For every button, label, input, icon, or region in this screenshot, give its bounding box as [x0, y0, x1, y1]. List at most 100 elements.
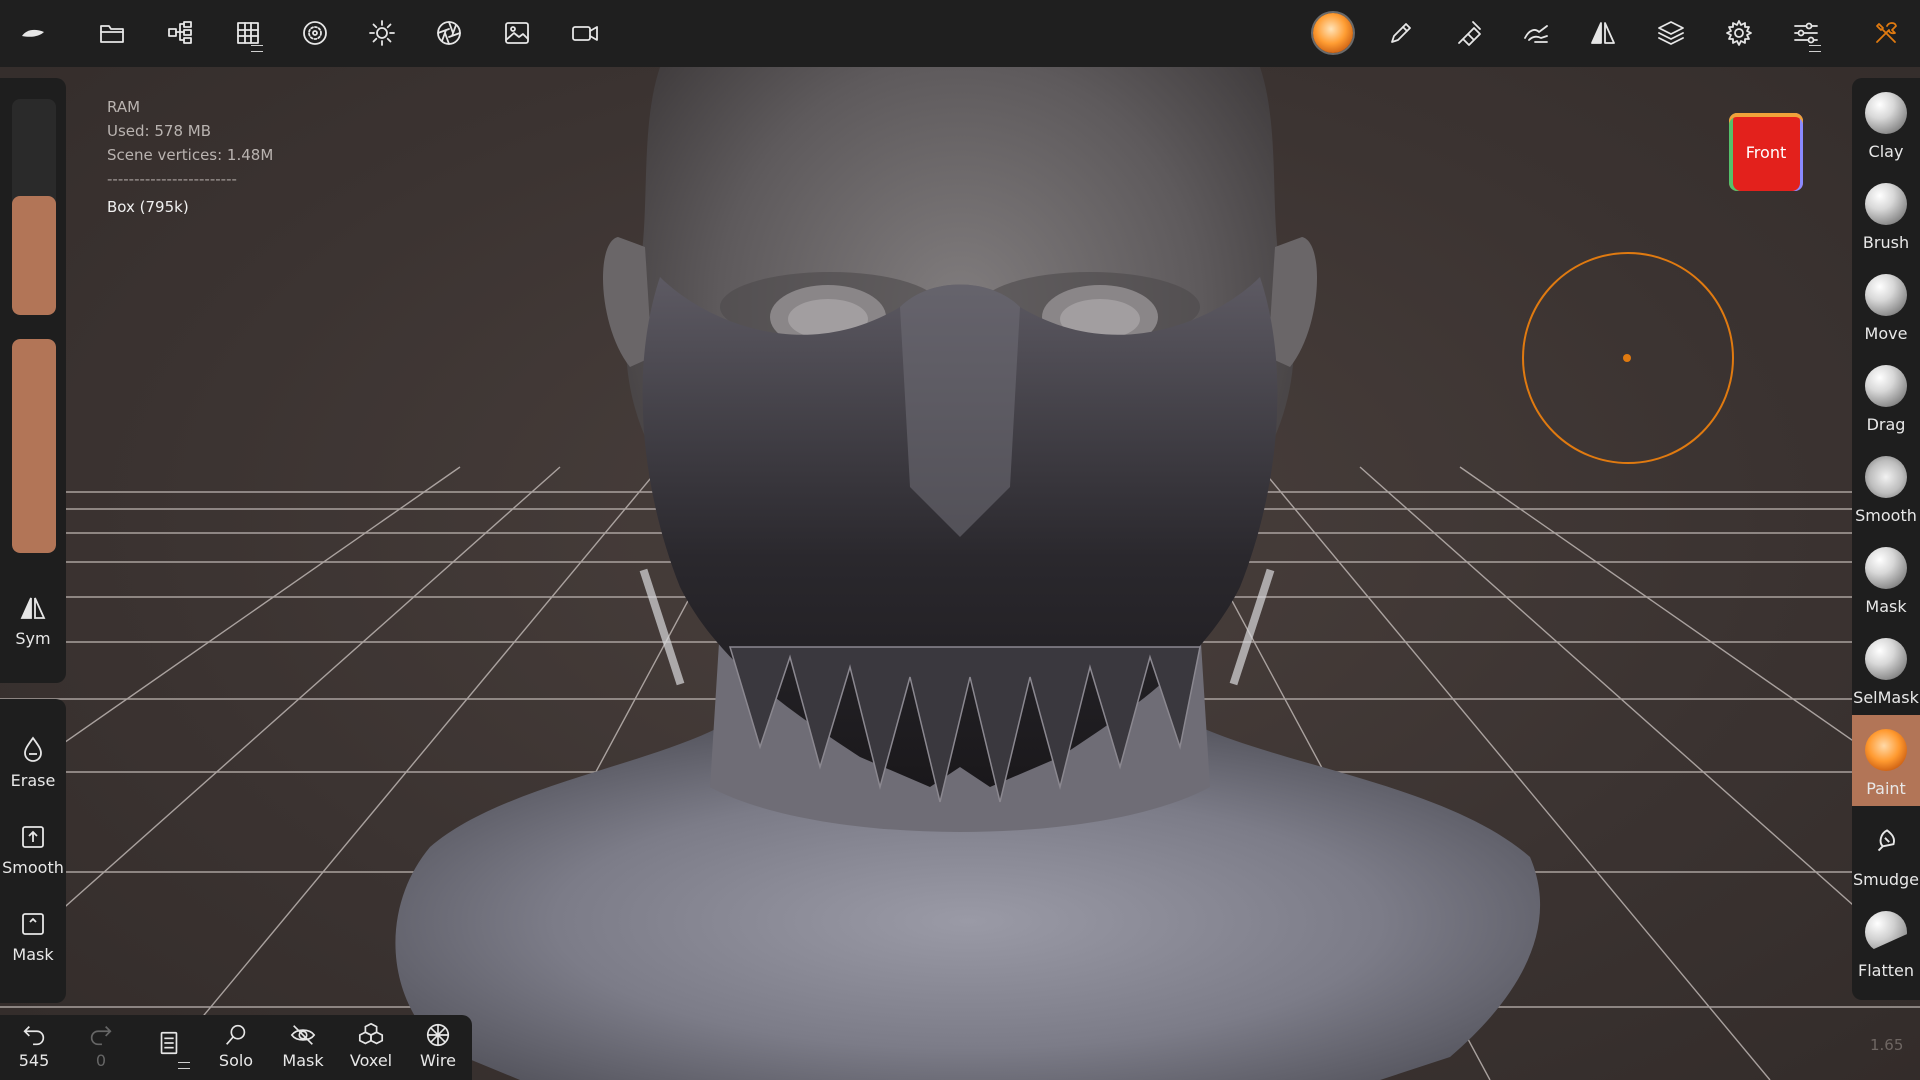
paint-tool-icon[interactable] — [1513, 10, 1559, 56]
undo-button[interactable]: 545 — [1, 1021, 67, 1070]
tool-brush[interactable]: Brush — [1852, 169, 1920, 260]
aperture-icon[interactable] — [426, 10, 472, 56]
clay-brush-icon — [1865, 92, 1907, 134]
settings-icon[interactable] — [1716, 10, 1762, 56]
scene-tree-icon[interactable] — [157, 10, 203, 56]
tool-drag[interactable]: Drag — [1852, 351, 1920, 442]
move-brush-icon — [1865, 274, 1907, 316]
tool-selmask[interactable]: SelMask — [1852, 624, 1920, 715]
top-toolbar — [0, 0, 1920, 67]
wire-sphere-icon — [426, 1023, 450, 1047]
material-ball-icon[interactable] — [1310, 10, 1356, 56]
grid-icon[interactable] — [225, 10, 271, 56]
mask-label: Mask — [12, 945, 54, 964]
erase-button[interactable]: Erase — [0, 735, 66, 790]
tool-label: Paint — [1866, 779, 1906, 798]
solo-label: Solo — [218, 1051, 254, 1070]
history-button[interactable] — [136, 1029, 202, 1069]
tool-flatten[interactable]: Flatten — [1852, 897, 1920, 988]
tool-label: Move — [1864, 324, 1908, 343]
search-icon — [226, 1024, 246, 1045]
tool-mask[interactable]: Mask — [1852, 533, 1920, 624]
sym-button[interactable]: Sym — [0, 593, 66, 648]
view-cube-label: Front — [1745, 142, 1787, 162]
tool-label: Clay — [1868, 142, 1904, 161]
solo-button[interactable]: Solo — [203, 1021, 269, 1070]
tool-paint[interactable]: Paint — [1852, 715, 1920, 806]
erase-label: Erase — [10, 771, 56, 790]
notebook-icon — [160, 1031, 178, 1055]
info-separator: ------------------------ — [107, 170, 237, 188]
mask-visibility-label: Mask — [282, 1051, 324, 1070]
tool-panel: Clay Brush Move Drag Smooth Mask SelMask… — [1852, 78, 1920, 1000]
scene-vertices: Scene vertices: 1.48M — [107, 146, 274, 164]
wire-button[interactable]: Wire — [405, 1021, 471, 1070]
light-icon[interactable] — [359, 10, 405, 56]
tool-move[interactable]: Move — [1852, 260, 1920, 351]
scene-info: RAM Used: 578 MB Scene vertices: 1.48M -… — [107, 95, 273, 219]
smooth-brush-icon — [1865, 456, 1907, 498]
mask-brush-icon — [1865, 547, 1907, 589]
radius-slider[interactable] — [12, 99, 56, 315]
tool-label: Drag — [1866, 415, 1906, 434]
brush-icon — [1865, 183, 1907, 225]
view-cube[interactable]: Front — [1729, 113, 1803, 191]
smooth-box-icon — [22, 826, 44, 848]
sym-label: Sym — [15, 629, 51, 648]
layers-icon[interactable] — [1648, 10, 1694, 56]
symmetry-icon[interactable] — [1580, 10, 1626, 56]
submenu-indicator — [178, 1062, 190, 1069]
voxel-button[interactable]: Voxel — [338, 1021, 404, 1070]
stroke-pen-icon[interactable] — [1446, 10, 1492, 56]
tool-label: SelMask — [1853, 688, 1919, 707]
mask-visibility-button[interactable]: Mask — [270, 1021, 336, 1070]
ram-used: Used: 578 MB — [107, 122, 211, 140]
tool-label: Brush — [1862, 233, 1910, 252]
tool-smooth[interactable]: Smooth — [1852, 442, 1920, 533]
tool-label: Mask — [1865, 597, 1907, 616]
mask-button[interactable]: Mask — [0, 909, 66, 964]
smudge-icon — [1865, 820, 1907, 862]
zoom-readout: 1.65 — [1870, 1036, 1904, 1054]
redo-icon — [90, 1026, 112, 1046]
tools-icon[interactable] — [1863, 10, 1909, 56]
pen-icon[interactable] — [1378, 10, 1424, 56]
tool-label: Smudge — [1852, 870, 1920, 889]
drop-icon — [24, 736, 42, 762]
left-actions-panel: Erase Smooth Mask — [0, 699, 66, 1003]
tool-label: Flatten — [1858, 961, 1914, 980]
selmask-brush-icon — [1865, 638, 1907, 680]
undo-icon — [23, 1026, 45, 1046]
redo-count: 0 — [95, 1051, 107, 1070]
symmetry-icon — [20, 597, 46, 619]
material-sphere-icon[interactable] — [292, 10, 338, 56]
mask-box-icon — [22, 913, 44, 935]
sculpt-model[interactable] — [0, 67, 1920, 1080]
mesh-name[interactable]: Box (795k) — [107, 195, 273, 219]
tool-smudge[interactable]: Smudge — [1852, 806, 1920, 897]
sliders-icon[interactable] — [1783, 10, 1829, 56]
tool-clay[interactable]: Clay — [1852, 78, 1920, 169]
folder-icon[interactable] — [89, 10, 135, 56]
radius-slider-fill — [12, 196, 56, 315]
ram-label: RAM — [107, 98, 141, 116]
left-panel: Sym — [0, 78, 66, 683]
smooth-button[interactable]: Smooth — [0, 822, 66, 877]
redo-button[interactable]: 0 — [68, 1021, 134, 1070]
app-logo-icon[interactable] — [10, 10, 56, 56]
paint-brush-icon — [1865, 729, 1907, 771]
smooth-label: Smooth — [2, 858, 64, 877]
drag-brush-icon — [1865, 365, 1907, 407]
intensity-slider[interactable] — [12, 339, 56, 553]
undo-count: 545 — [18, 1051, 50, 1070]
voxel-label: Voxel — [349, 1051, 393, 1070]
tool-label: Smooth — [1855, 506, 1917, 525]
image-icon[interactable] — [494, 10, 540, 56]
camera-icon[interactable] — [562, 10, 608, 56]
bottom-toolbar: 545 0 Solo Mask Voxel Wire — [0, 1015, 472, 1080]
3d-viewport[interactable] — [0, 67, 1920, 1080]
flatten-brush-icon — [1865, 911, 1907, 953]
brush-cursor-center — [1623, 354, 1631, 362]
intensity-slider-fill — [12, 339, 56, 553]
wire-label: Wire — [420, 1051, 456, 1070]
